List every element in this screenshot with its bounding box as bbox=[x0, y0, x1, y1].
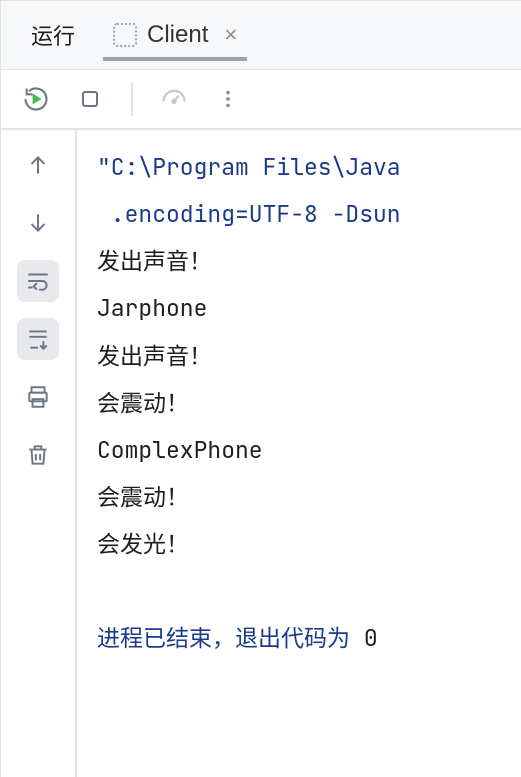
exit-message: 进程已结束，退出代码为 0 bbox=[97, 623, 378, 653]
print-icon[interactable] bbox=[17, 376, 59, 418]
rerun-button[interactable] bbox=[21, 84, 51, 114]
output-line: Jarphone bbox=[97, 293, 207, 323]
panel-label: 运行 bbox=[29, 15, 77, 55]
output-line: 会发光！ bbox=[97, 529, 189, 559]
console-output[interactable]: "C:\Program Files\Java .encoding=UTF-8 -… bbox=[77, 130, 521, 777]
command-line-1: "C:\Program Files\Java bbox=[97, 152, 401, 182]
run-config-icon bbox=[113, 23, 137, 47]
output-line: 会震动！ bbox=[97, 388, 189, 418]
more-options-icon[interactable] bbox=[213, 84, 243, 114]
run-body: "C:\Program Files\Java .encoding=UTF-8 -… bbox=[1, 130, 521, 777]
output-line: 发出声音！ bbox=[97, 246, 212, 276]
up-arrow-icon[interactable] bbox=[17, 144, 59, 186]
output-line: ComplexPhone bbox=[97, 435, 263, 465]
tab-title: Client bbox=[147, 21, 208, 49]
tab-client[interactable]: Client × bbox=[103, 15, 247, 61]
close-icon[interactable]: × bbox=[224, 22, 237, 48]
down-arrow-icon[interactable] bbox=[17, 202, 59, 244]
console-sidebar bbox=[1, 130, 77, 777]
toolbar-divider bbox=[131, 82, 133, 116]
command-line-2: .encoding=UTF-8 -Dsun bbox=[97, 199, 401, 229]
stop-button[interactable] bbox=[75, 84, 105, 114]
soft-wrap-icon[interactable] bbox=[17, 260, 59, 302]
scroll-to-end-icon[interactable] bbox=[17, 318, 59, 360]
run-toolbar bbox=[1, 70, 521, 130]
output-line: 会震动！ bbox=[97, 482, 189, 512]
run-tab-bar: 运行 Client × bbox=[1, 0, 521, 70]
trash-icon[interactable] bbox=[17, 434, 59, 476]
output-line: 发出声音！ bbox=[97, 341, 212, 371]
performance-icon[interactable] bbox=[159, 84, 189, 114]
